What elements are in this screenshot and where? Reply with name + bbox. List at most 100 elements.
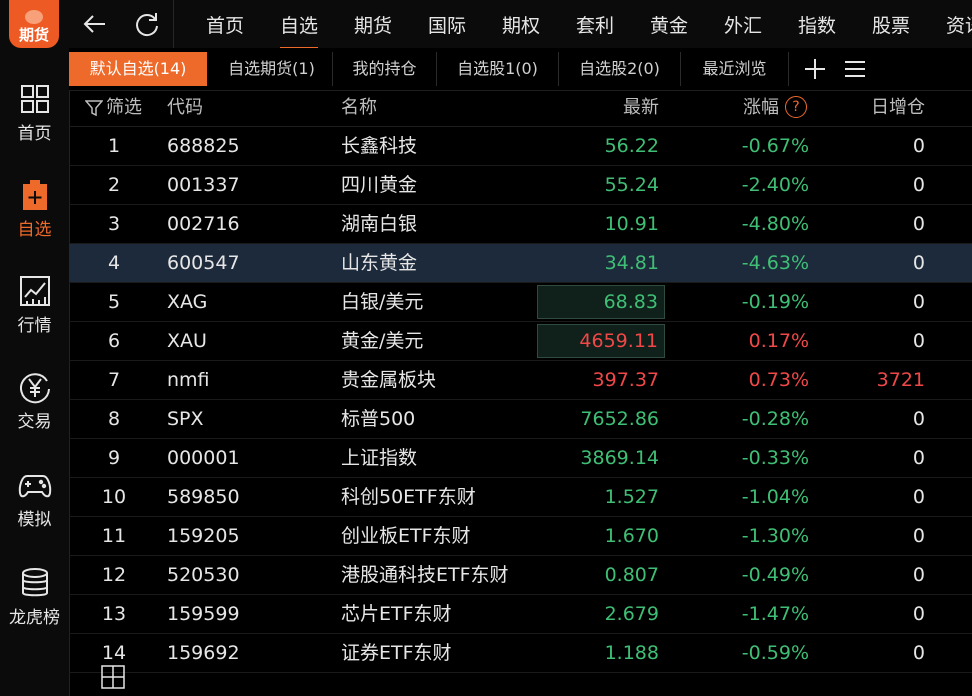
row-open-interest: 0 (912, 213, 925, 235)
row-code: 001337 (167, 174, 240, 196)
tab-arbitrage[interactable]: 套利 (576, 11, 614, 38)
table-row[interactable]: 11 159205 创业板ETF东财 1.670 -1.30% 0 (69, 517, 972, 556)
table-row[interactable]: 4 600547 山东黄金 34.81 -4.63% 0 (69, 244, 972, 283)
back-button[interactable] (79, 8, 111, 40)
column-header-open-interest[interactable]: 日增仓 (829, 90, 925, 126)
row-name: 长鑫科技 (341, 135, 418, 157)
row-index: 6 (107, 330, 121, 352)
row-code: XAG (167, 291, 208, 313)
sidebar-item-watchlist[interactable]: 自选 (0, 178, 69, 240)
tab-watchlist[interactable]: 自选 (280, 11, 319, 49)
filter-button[interactable]: 筛选 (85, 90, 142, 126)
menu-button[interactable] (841, 55, 869, 83)
subtab-futures[interactable]: 自选期货(1) (211, 52, 333, 86)
table-row[interactable]: 1 688825 长鑫科技 56.22 -0.67% 0 (69, 127, 972, 166)
sidebar-item-label: 自选 (17, 220, 52, 240)
row-name: 创业板ETF东财 (341, 525, 471, 547)
subtab-stocks1[interactable]: 自选股1(0) (437, 52, 559, 86)
tab-stocks[interactable]: 股票 (872, 11, 910, 38)
filter-label: 筛选 (106, 97, 142, 118)
plus-icon (805, 59, 825, 79)
row-name: 科创50ETF东财 (341, 486, 476, 508)
table-row[interactable]: 7 nmfi 贵金属板块 397.37 0.73% 3721 (69, 361, 972, 400)
row-change: -0.28% (741, 408, 809, 430)
table-row[interactable]: 13 159599 芯片ETF东财 2.679 -1.47% 0 (69, 595, 972, 634)
tab-futures[interactable]: 期货 (354, 11, 392, 38)
app-logo[interactable]: 期货 (9, 0, 59, 48)
row-change: 0.17% (748, 330, 809, 352)
sidebar-item-leaderboard[interactable]: 龙虎榜 (0, 566, 69, 628)
add-symbol-button[interactable] (100, 664, 126, 690)
row-change: -1.04% (741, 486, 809, 508)
tab-forex[interactable]: 外汇 (724, 11, 762, 38)
refresh-button[interactable] (131, 8, 163, 40)
tab-home[interactable]: 首页 (206, 11, 244, 38)
column-header-name[interactable]: 名称 (341, 90, 377, 126)
sidebar-item-trade[interactable]: 交易 (0, 370, 69, 432)
column-header-code[interactable]: 代码 (167, 90, 203, 126)
nav-divider (173, 0, 174, 48)
logo-text: 期货 (18, 26, 49, 44)
sidebar-item-market[interactable]: 行情 (0, 274, 69, 336)
add-group-button[interactable] (801, 55, 829, 83)
table-row[interactable]: 12 520530 港股通科技ETF东财 0.807 -0.49% 0 (69, 556, 972, 595)
subtab-default[interactable]: 默认自选(14) (69, 52, 207, 86)
table-row[interactable]: 14 159692 证券ETF东财 1.188 -0.59% 0 (69, 634, 972, 673)
sidebar-item-home[interactable]: 首页 (0, 82, 69, 144)
row-open-interest: 0 (912, 525, 925, 547)
subtab-stocks2[interactable]: 自选股2(0) (559, 52, 681, 86)
row-code: SPX (167, 408, 204, 430)
row-open-interest: 3721 (876, 369, 925, 391)
row-code: 159205 (167, 525, 240, 547)
tab-index[interactable]: 指数 (798, 11, 836, 38)
tab-news[interactable]: 资讯 (946, 11, 972, 38)
row-code: 520530 (167, 564, 240, 586)
add-box-icon (101, 665, 125, 689)
row-code: XAU (167, 330, 207, 352)
row-change: -4.63% (741, 252, 809, 274)
table-row[interactable]: 3 002716 湖南白银 10.91 -4.80% 0 (69, 205, 972, 244)
table-row[interactable]: 2 001337 四川黄金 55.24 -2.40% 0 (69, 166, 972, 205)
logo-mark-icon (25, 10, 43, 24)
arrow-left-icon (83, 15, 105, 33)
row-price: 1.527 (604, 486, 659, 508)
row-code: 159692 (167, 642, 240, 664)
row-index: 1 (107, 135, 121, 157)
table-row[interactable]: 5 XAG 白银/美元 68.83 -0.19% 0 (69, 283, 972, 322)
sidebar-item-label: 龙虎榜 (9, 608, 60, 628)
row-change: -1.47% (741, 603, 809, 625)
watchlist-table: 1 688825 长鑫科技 56.22 -0.67% 0 2 001337 四川黄金 55.24-… (69, 127, 972, 673)
sidebar-item-simulate[interactable]: 模拟 (0, 468, 69, 530)
table-row[interactable]: 8 SPX 标普500 7652.86 -0.28% 0 (69, 400, 972, 439)
tab-international[interactable]: 国际 (428, 11, 466, 38)
row-open-interest: 0 (912, 174, 925, 196)
tab-options[interactable]: 期权 (502, 11, 540, 38)
change-help-icon[interactable]: ? (785, 96, 807, 118)
subtab-positions[interactable]: 我的持仓 (333, 52, 437, 86)
column-header-price[interactable]: 最新 (537, 90, 659, 126)
tab-gold[interactable]: 黄金 (650, 11, 688, 38)
row-change: -1.30% (741, 525, 809, 547)
subtab-recent[interactable]: 最近浏览 (681, 52, 789, 86)
row-index: 12 (101, 564, 127, 586)
row-change: -0.19% (741, 291, 809, 313)
table-row[interactable]: 6 XAU 黄金/美元 4659.11 0.17% 0 (69, 322, 972, 361)
top-nav: 首页 自选 期货 国际 期权 套利 黄金 外汇 指数 股票 资讯 (69, 0, 972, 49)
table-row[interactable]: 10 589850 科创50ETF东财 1.527 -1.04% 0 (69, 478, 972, 517)
row-code: 589850 (167, 486, 240, 508)
clipboard-plus-icon (22, 180, 47, 210)
column-header-change[interactable]: 涨幅 (669, 90, 779, 126)
row-price: 56.22 (604, 135, 659, 157)
row-price: 4659.11 (537, 324, 665, 358)
yen-icon (19, 373, 50, 404)
row-name: 白银/美元 (341, 291, 424, 313)
row-index: 11 (101, 525, 127, 547)
row-name: 山东黄金 (341, 252, 418, 274)
row-price: 3869.14 (580, 447, 659, 469)
row-open-interest: 0 (912, 564, 925, 586)
row-index: 3 (107, 213, 121, 235)
table-row[interactable]: 9 000001 上证指数 3869.14 -0.33% 0 (69, 439, 972, 478)
row-name: 港股通科技ETF东财 (341, 564, 509, 586)
row-index: 2 (107, 174, 121, 196)
sidebar-item-label: 行情 (17, 316, 52, 336)
